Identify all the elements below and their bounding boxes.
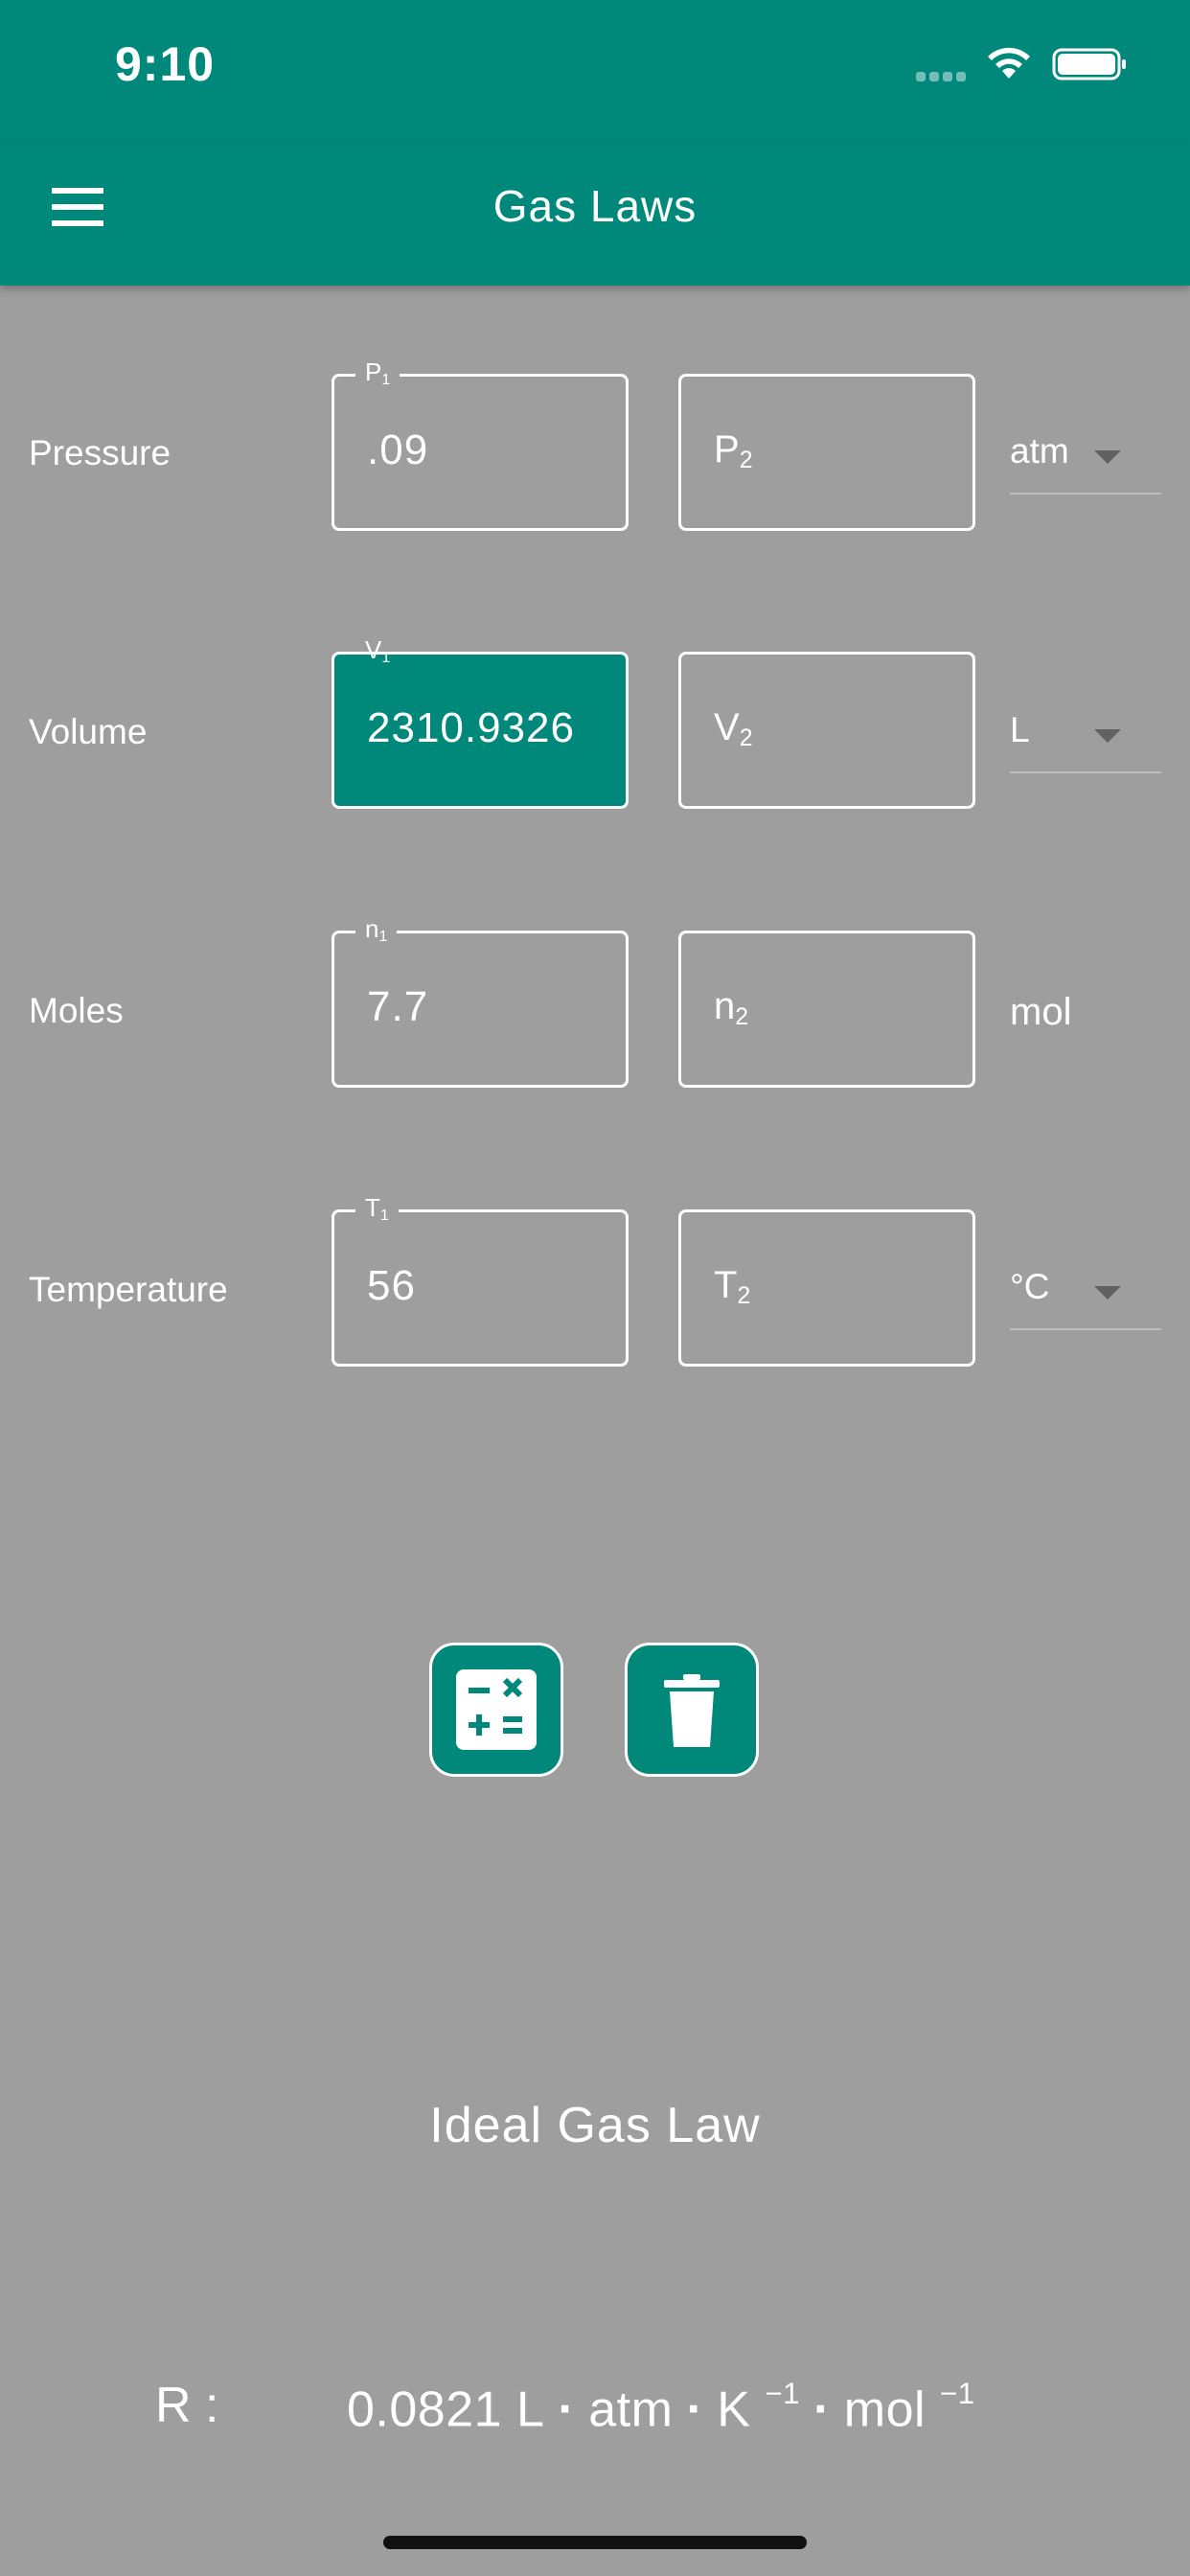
temperature-2-placeholder: T2 — [714, 1264, 751, 1310]
gas-constant-value: 0.0821 L · atm · K −1 · mol −1 — [347, 2377, 975, 2438]
pressure-1-legend: P1 — [355, 357, 400, 395]
app-bar: Gas Laws — [0, 144, 1190, 286]
volume-1-value: 2310.9326 — [367, 704, 575, 751]
row-label-moles: Moles — [29, 991, 124, 1030]
volume-1-legend: V1 — [365, 635, 391, 667]
pressure-unit-value: atm — [1010, 431, 1069, 471]
gas-constant-label: R : — [155, 2378, 219, 2433]
moles-1-field[interactable]: n1 7.7 — [332, 914, 629, 1088]
moles-2-placeholder: n2 — [714, 985, 749, 1031]
volume-2-placeholder: V2 — [714, 706, 753, 752]
gas-constant-unit-3: K — [717, 2381, 751, 2438]
pressure-2-field[interactable]: P2 — [678, 374, 975, 531]
unit-separator: · — [686, 2381, 704, 2438]
battery-icon — [1052, 48, 1126, 80]
chevron-down-icon — [1094, 1286, 1121, 1300]
law-title: Ideal Gas Law — [429, 2098, 761, 2153]
volume-1-field[interactable]: V1 2310.9326 — [332, 635, 629, 809]
moles-unit-label: mol — [1010, 991, 1072, 1033]
gas-constant-unit-3-exponent: −1 — [765, 2377, 800, 2410]
clear-button[interactable] — [625, 1643, 759, 1777]
unit-separator: · — [558, 2381, 576, 2438]
chevron-down-icon — [1094, 729, 1121, 743]
row-label-temperature: Temperature — [29, 1270, 228, 1309]
home-indicator[interactable] — [383, 2536, 807, 2549]
gas-constant-unit-4: mol — [843, 2381, 927, 2438]
temperature-2-field[interactable]: T2 — [678, 1209, 975, 1367]
unit-separator: · — [812, 2381, 831, 2438]
status-time: 9:10 — [115, 37, 216, 91]
gas-constant-unit-2: atm — [588, 2381, 674, 2438]
volume-2-field[interactable]: V2 — [678, 652, 975, 809]
pressure-1-value: .09 — [367, 426, 429, 473]
page-title: Gas Laws — [492, 181, 698, 231]
calculator-icon — [456, 1669, 537, 1750]
row-label-pressure: Pressure — [29, 433, 172, 472]
temperature-1-value: 56 — [367, 1262, 416, 1309]
pressure-2-placeholder: P2 — [714, 428, 753, 474]
temperature-unit-dropdown[interactable]: °C — [1010, 1254, 1161, 1330]
gas-constant-unit-4-exponent: −1 — [940, 2377, 975, 2410]
chevron-down-icon — [1094, 450, 1121, 464]
moles-2-field[interactable]: n2 — [678, 931, 975, 1088]
volume-unit-value: L — [1010, 710, 1030, 749]
temperature-1-legend: T1 — [355, 1193, 399, 1230]
temperature-1-field[interactable]: T1 56 — [332, 1193, 629, 1367]
pressure-1-field[interactable]: P1 .09 — [332, 357, 629, 531]
trash-icon — [664, 1674, 720, 1747]
wifi-icon — [988, 47, 1030, 79]
status-bar: 9:10 — [0, 0, 1190, 144]
pressure-unit-dropdown[interactable]: atm — [1010, 418, 1161, 494]
moles-1-value: 7.7 — [367, 983, 429, 1030]
gas-constant-number: 0.0821 — [347, 2381, 503, 2438]
gas-constant-unit-1: L — [516, 2381, 545, 2438]
calculate-button[interactable] — [429, 1643, 563, 1777]
temperature-unit-value: °C — [1010, 1267, 1050, 1306]
row-label-volume: Volume — [29, 712, 148, 751]
volume-unit-dropdown[interactable]: L — [1010, 697, 1161, 773]
moles-1-legend: n1 — [355, 914, 398, 952]
cellular-signal-icon — [916, 69, 972, 82]
